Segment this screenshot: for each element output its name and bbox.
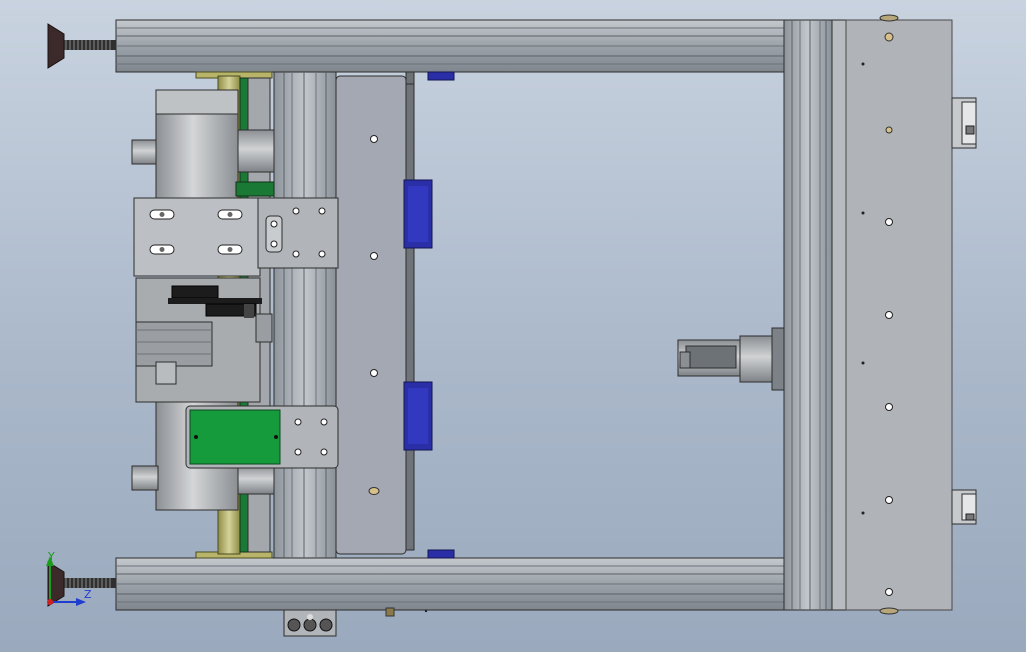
hinge-bracket-top [951,97,977,149]
triad-y-label: Y [47,550,55,563]
assembly-drawing: Y Z [46,14,977,637]
bottom-clamp-bracket [283,609,337,637]
blue-clip-bottom [427,549,455,559]
pneumatic-cylinder [677,327,785,391]
blue-pad-upper [403,179,433,249]
right-extrusion-column [783,19,833,611]
hinge-bracket-bottom [951,489,977,525]
left-inner-extrusion [273,71,337,559]
triad-z-label: Z [84,588,92,601]
blue-clip-top [427,71,455,81]
mounting-plate [335,75,415,555]
cad-3d-viewport[interactable]: Y Z [0,0,1026,652]
leveling-foot-bottom [47,561,116,607]
bottom-extrusion-beam [115,557,785,611]
triad-x-axis [47,599,53,605]
motor-bracket-upper [133,197,339,277]
leveling-foot-top [47,23,116,69]
top-extrusion-beam [115,19,785,73]
motor-bracket-lower [185,405,339,469]
gearbox-block [135,277,273,403]
top-nut [405,71,415,85]
blue-pad-lower [403,381,433,451]
